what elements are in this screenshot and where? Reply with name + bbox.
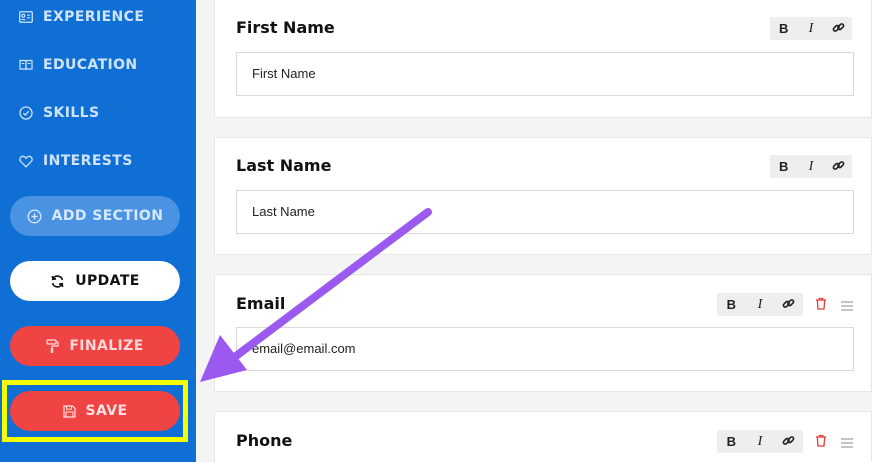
last-name-card: Last Name B I Last Name — [214, 137, 872, 255]
sidebar: EXPERIENCE EDUCATION SKILLS INTERESTS AD… — [0, 0, 196, 462]
italic-button[interactable]: I — [799, 159, 823, 175]
finalize-label: FINALIZE — [69, 338, 144, 354]
phone-title: Phone — [236, 431, 293, 450]
bold-button[interactable]: B — [772, 159, 796, 174]
nav-label: EDUCATION — [43, 57, 138, 73]
first-name-title: First Name — [236, 18, 335, 37]
phone-card: Phone B I — [214, 411, 872, 462]
drag-handle[interactable] — [841, 298, 853, 316]
heart-icon — [18, 153, 34, 169]
bold-button[interactable]: B — [772, 21, 796, 36]
format-toolbar: B I — [717, 430, 803, 453]
nav-label: INTERESTS — [43, 153, 133, 169]
add-section-label: ADD SECTION — [51, 208, 164, 224]
paint-roller-icon — [46, 338, 59, 354]
format-toolbar: B I — [770, 155, 852, 178]
id-card-icon — [18, 9, 34, 25]
trash-icon — [816, 297, 826, 310]
nav-item-experience[interactable]: EXPERIENCE — [18, 5, 144, 29]
floppy-disk-icon — [62, 404, 76, 418]
bold-button[interactable]: B — [719, 297, 743, 312]
save-button[interactable]: SAVE — [10, 391, 180, 431]
nav-label: EXPERIENCE — [43, 9, 145, 25]
nav-item-skills[interactable]: SKILLS — [18, 101, 99, 125]
add-section-button[interactable]: ADD SECTION — [10, 196, 180, 236]
link-button[interactable] — [826, 21, 850, 37]
link-button[interactable] — [777, 434, 801, 450]
drag-handle-icon — [841, 301, 853, 311]
book-icon — [18, 57, 34, 73]
italic-button[interactable]: I — [799, 21, 823, 37]
format-toolbar: B I — [717, 293, 803, 316]
link-icon — [782, 298, 795, 308]
form-area: First Name B I First Name Last Name B I … — [196, 0, 872, 462]
first-name-card: First Name B I First Name — [214, 0, 872, 118]
first-name-input[interactable]: First Name — [236, 52, 854, 96]
save-label: SAVE — [85, 403, 128, 419]
link-icon — [832, 22, 845, 32]
link-button[interactable] — [777, 297, 801, 313]
delete-button[interactable] — [815, 434, 827, 452]
nav-label: SKILLS — [43, 105, 100, 121]
update-button[interactable]: UPDATE — [10, 261, 180, 301]
plus-circle-icon — [27, 209, 42, 224]
bold-button[interactable]: B — [719, 434, 743, 449]
nav-item-interests[interactable]: INTERESTS — [18, 149, 133, 173]
drag-handle-icon — [841, 438, 853, 448]
nav-item-education[interactable]: EDUCATION — [18, 53, 138, 77]
update-label: UPDATE — [75, 273, 140, 289]
trash-icon — [816, 434, 826, 447]
italic-button[interactable]: I — [748, 297, 772, 313]
last-name-input[interactable]: Last Name — [236, 190, 854, 234]
format-toolbar: B I — [770, 17, 852, 40]
link-button[interactable] — [826, 159, 850, 175]
finalize-button[interactable]: FINALIZE — [10, 326, 180, 366]
delete-button[interactable] — [815, 297, 827, 315]
email-title: Email — [236, 294, 286, 313]
email-input[interactable]: email@email.com — [236, 327, 854, 371]
italic-button[interactable]: I — [748, 434, 772, 450]
link-icon — [782, 435, 795, 445]
refresh-icon — [50, 274, 65, 289]
link-icon — [832, 160, 845, 170]
check-circle-icon — [18, 105, 34, 121]
drag-handle[interactable] — [841, 435, 853, 453]
last-name-title: Last Name — [236, 156, 332, 175]
email-card: Email B I email@email.com — [214, 274, 872, 392]
